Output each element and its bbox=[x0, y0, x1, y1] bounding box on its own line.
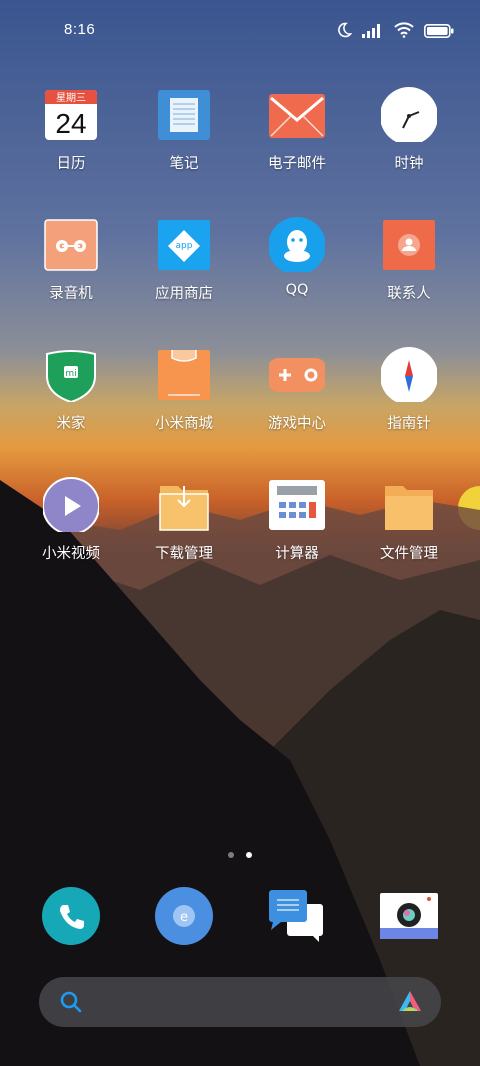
app-label: 应用商店 bbox=[155, 286, 213, 302]
app-contacts[interactable]: 联系人 bbox=[353, 216, 465, 303]
app-label: 笔记 bbox=[169, 156, 199, 172]
app-file-manager[interactable]: 文件管理 bbox=[353, 476, 465, 563]
phone-icon bbox=[41, 886, 101, 946]
app-notes[interactable]: 笔记 bbox=[128, 86, 240, 173]
app-label: 时钟 bbox=[394, 156, 424, 172]
app-label: 指南针 bbox=[387, 416, 431, 432]
messages-icon bbox=[267, 886, 327, 946]
wifi-icon bbox=[394, 22, 414, 42]
recorder-icon bbox=[43, 216, 99, 272]
battery-icon bbox=[424, 23, 454, 42]
file-manager-icon bbox=[381, 476, 437, 532]
app-email[interactable]: 电子邮件 bbox=[241, 86, 353, 173]
dock-phone[interactable] bbox=[15, 886, 127, 946]
app-label: 计算器 bbox=[275, 546, 319, 562]
app-label: 文件管理 bbox=[380, 546, 438, 562]
app-label: 小米视频 bbox=[42, 546, 100, 562]
app-label: 录音机 bbox=[49, 286, 93, 302]
dock-browser[interactable]: e bbox=[128, 886, 240, 946]
browser-icon: e bbox=[154, 886, 214, 946]
app-video[interactable]: 小米视频 bbox=[15, 476, 127, 563]
camera-icon bbox=[379, 886, 439, 946]
signal-icon bbox=[362, 23, 384, 42]
mijia-badge: mi bbox=[65, 369, 76, 379]
video-icon bbox=[42, 476, 100, 535]
notes-icon bbox=[156, 86, 212, 142]
app-game-center[interactable]: 游戏中心 bbox=[241, 346, 353, 433]
calendar-weekday: 星期三 bbox=[56, 92, 86, 104]
app-compass[interactable]: 指南针 bbox=[353, 346, 465, 433]
qq-icon bbox=[268, 216, 326, 275]
status-time: 8:16 bbox=[64, 21, 96, 38]
app-label: 下载管理 bbox=[155, 546, 213, 562]
assistant-icon[interactable] bbox=[397, 989, 423, 1019]
app-label: 米家 bbox=[56, 416, 86, 432]
app-label: 游戏中心 bbox=[268, 416, 326, 432]
compass-icon bbox=[380, 346, 438, 405]
app-mi-store[interactable]: 小米商城 bbox=[128, 346, 240, 433]
downloads-icon bbox=[156, 476, 212, 532]
app-clock[interactable]: 时钟 bbox=[353, 86, 465, 173]
app-calendar[interactable]: 星期三 24 日历 bbox=[15, 86, 127, 173]
search-icon[interactable] bbox=[59, 990, 83, 1018]
app-store[interactable]: app 应用商店 bbox=[128, 216, 240, 303]
app-label: 日历 bbox=[56, 156, 86, 172]
calendar-icon: 星期三 24 bbox=[43, 86, 99, 142]
app-recorder[interactable]: 录音机 bbox=[15, 216, 127, 303]
app-label: 电子邮件 bbox=[268, 156, 326, 172]
clock-icon bbox=[380, 86, 438, 145]
app-label: QQ bbox=[285, 282, 309, 298]
search-bar[interactable] bbox=[39, 977, 441, 1027]
app-store-icon: app bbox=[156, 216, 212, 272]
status-bar: 8:16 bbox=[0, 0, 480, 60]
mi-store-icon bbox=[156, 346, 212, 402]
page-indicator bbox=[0, 852, 480, 858]
app-mijia[interactable]: mi 米家 bbox=[15, 346, 127, 433]
app-label: 联系人 bbox=[387, 286, 431, 302]
dock-messages[interactable] bbox=[241, 886, 353, 946]
dock-camera[interactable] bbox=[353, 886, 465, 946]
app-label: 小米商城 bbox=[155, 416, 213, 432]
calendar-day: 24 bbox=[55, 108, 86, 139]
app-store-badge: app bbox=[176, 241, 193, 251]
page-dot-active[interactable] bbox=[246, 852, 252, 858]
contacts-icon bbox=[381, 216, 437, 272]
app-qq[interactable]: QQ bbox=[241, 216, 353, 298]
app-downloads[interactable]: 下载管理 bbox=[128, 476, 240, 563]
mijia-icon: mi bbox=[43, 346, 99, 404]
email-icon bbox=[269, 86, 325, 142]
page-dot[interactable] bbox=[228, 852, 234, 858]
game-center-icon bbox=[267, 346, 327, 402]
browser-badge: e bbox=[180, 910, 188, 925]
calculator-icon bbox=[269, 476, 325, 532]
app-calculator[interactable]: 计算器 bbox=[241, 476, 353, 563]
moon-icon bbox=[336, 22, 353, 42]
